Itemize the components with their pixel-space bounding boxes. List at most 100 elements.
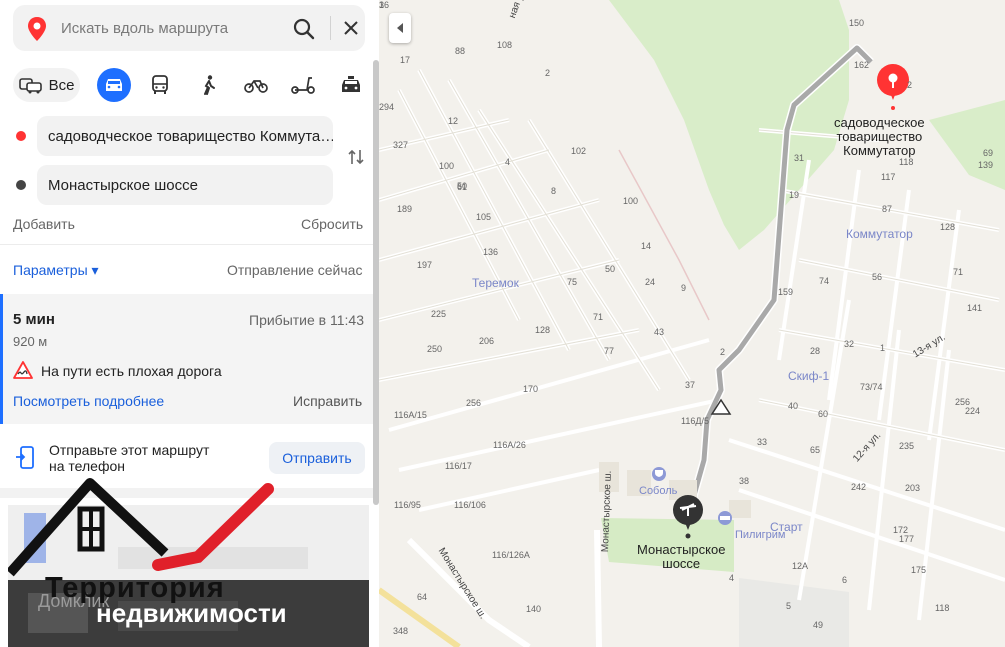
house-number: 242 — [851, 482, 867, 492]
route-details-link[interactable]: Посмотреть подробнее — [13, 393, 164, 409]
house-number: 88 — [455, 46, 466, 56]
house-number: 87 — [882, 204, 893, 214]
house-number: 175 — [911, 565, 927, 575]
house-number: 294 — [379, 102, 395, 112]
house-number: 50 — [605, 264, 616, 274]
mode-bike-button[interactable] — [243, 68, 269, 102]
route-fix-link[interactable]: Исправить — [293, 393, 362, 409]
forest-area — [609, 0, 849, 250]
house-number: 235 — [899, 441, 915, 451]
pedestrian-icon — [204, 75, 215, 95]
house-number: 73/74 — [860, 382, 883, 392]
district-teremok: Теремок — [472, 276, 519, 290]
swap-icon[interactable] — [347, 148, 365, 166]
route-search-box[interactable]: Искать вдоль маршрута — [13, 5, 365, 51]
mode-taxi-button[interactable] — [338, 68, 364, 102]
departure-time[interactable]: Отправление сейчас — [227, 262, 362, 278]
house-number: 128 — [940, 222, 956, 232]
house-number: 60 — [818, 409, 829, 419]
close-icon[interactable] — [343, 20, 359, 36]
house-number: 77 — [604, 346, 615, 356]
house-number: 56 — [872, 272, 883, 282]
mode-all-button[interactable]: Все — [13, 68, 80, 102]
house-number: 116/126А — [492, 550, 530, 560]
house-number: 71 — [593, 312, 604, 322]
transport-mix-icon — [18, 78, 42, 94]
house-number: 65 — [810, 445, 821, 455]
house-number: 5 — [786, 601, 792, 611]
house-number: 116/95 — [394, 500, 421, 510]
destination-marker[interactable] — [877, 64, 909, 110]
house-number: 100 — [623, 196, 639, 206]
route-duration: 5 мин — [13, 311, 55, 328]
house-number: 9 — [681, 283, 687, 293]
house-number: 327 — [393, 140, 409, 150]
mode-all-label: Все — [48, 76, 75, 94]
house-number: 136 — [483, 247, 499, 257]
house-number: 24 — [645, 277, 656, 287]
car-icon — [106, 79, 122, 91]
house-number: 100 — [439, 161, 455, 171]
forest-area-2 — [929, 100, 1005, 190]
house-number: 1 — [880, 343, 886, 353]
house-number: 141 — [967, 303, 983, 313]
send-route-text-2: на телефон — [49, 458, 125, 474]
search-icon[interactable] — [293, 18, 315, 40]
waypoint-from-field[interactable]: садоводческое товарищество Коммута… — [37, 116, 333, 156]
house-number: 75 — [567, 277, 578, 287]
add-waypoint-link[interactable]: Добавить — [13, 216, 75, 232]
search-input[interactable]: Искать вдоль маршрута — [61, 20, 228, 37]
route-option-card[interactable]: 5 мин Прибытие в 11:43 920 м На пути ест… — [0, 294, 373, 424]
mode-bus-button[interactable] — [149, 68, 171, 102]
search-divider — [330, 16, 331, 40]
phone-send-icon — [16, 446, 34, 469]
mode-walk-button[interactable] — [198, 68, 220, 102]
waypoint-to-field[interactable]: Монастырское шоссе — [37, 165, 333, 205]
house-number: 150 — [849, 18, 865, 28]
house-number: 4 — [505, 157, 511, 167]
route-panel: Искать вдоль маршрута Все садоводческое … — [0, 0, 377, 647]
location-pin-icon — [28, 17, 46, 41]
collapse-panel-button[interactable] — [389, 13, 411, 43]
house-number: 116Д/5 — [681, 416, 709, 426]
house-number: 170 — [523, 384, 539, 394]
house-number: 189 — [397, 204, 413, 214]
trophy-poi-icon[interactable] — [652, 467, 666, 481]
house-number: 49 — [813, 620, 824, 630]
house-number: 140 — [526, 604, 542, 614]
scooter-icon — [291, 77, 315, 94]
mode-car-button[interactable] — [97, 68, 131, 102]
house-number: 118 — [899, 157, 914, 167]
destination-label: садоводческое товарищество Коммутатор — [834, 115, 925, 158]
hotel-poi-icon[interactable] — [718, 511, 732, 525]
parameters-dropdown[interactable]: Параметры ▾ — [13, 262, 99, 279]
house-number: 40 — [788, 401, 799, 411]
send-route-text-1: Отправьте этот маршрут — [49, 442, 210, 458]
map-view[interactable]: садоводческое товарищество Коммутатор Мо… — [379, 0, 1005, 647]
house-number: 197 — [417, 260, 433, 270]
house-number: 61 — [457, 182, 468, 192]
house-number: 225 — [431, 309, 447, 319]
house-number: 74 — [819, 276, 830, 286]
house-number: 256 — [466, 398, 482, 408]
house-number: 17 — [400, 55, 411, 65]
transport-modes: Все — [13, 68, 368, 104]
house-number: 108 — [497, 40, 513, 50]
house-number: 116/17 — [445, 461, 472, 471]
reset-link[interactable]: Сбросить — [301, 216, 363, 232]
house-number: 31 — [794, 153, 805, 163]
bicycle-icon — [244, 80, 268, 93]
house-number: 117 — [881, 172, 896, 182]
mode-scooter-button[interactable] — [290, 68, 316, 102]
bus-icon — [152, 75, 168, 94]
poi-piligrim[interactable]: Пилигрим — [735, 529, 785, 541]
poi-sobol[interactable]: Соболь — [639, 485, 677, 497]
house-number: 14 — [641, 241, 652, 251]
route-distance: 920 м — [13, 334, 48, 349]
send-to-phone-button[interactable]: Отправить — [269, 442, 365, 474]
route-warning-text: На пути есть плохая дорога — [41, 363, 222, 379]
chevron-left-icon — [397, 23, 403, 33]
house-number: 12 — [448, 116, 459, 126]
house-number: 177 — [899, 534, 915, 544]
house-number: 102 — [571, 146, 587, 156]
